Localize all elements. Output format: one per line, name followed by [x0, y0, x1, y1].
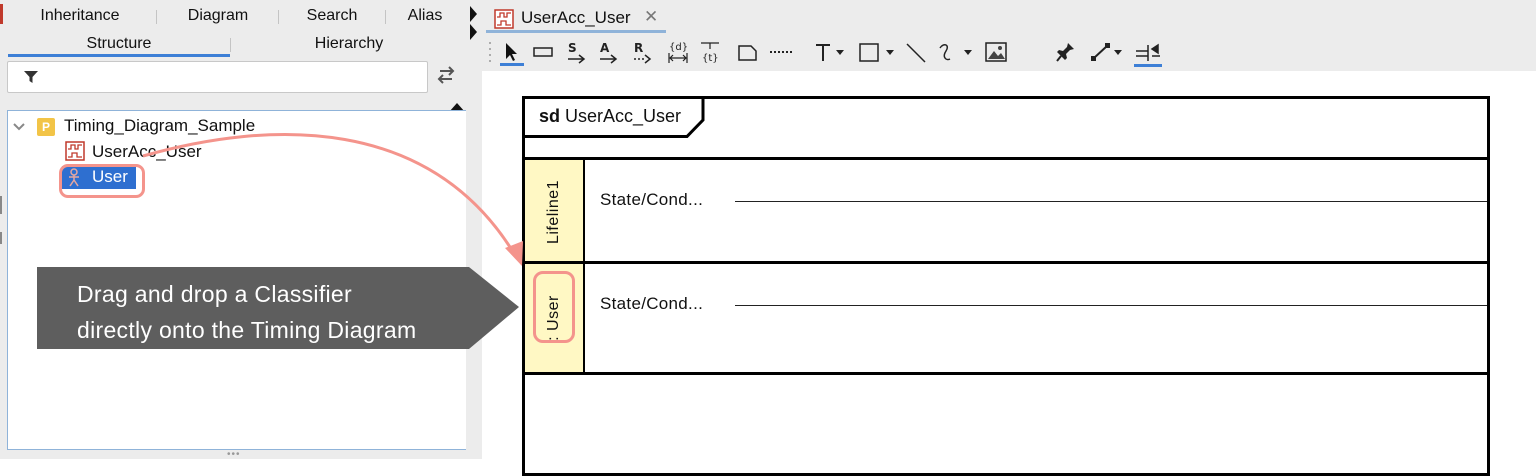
svg-text:R: R — [634, 41, 643, 55]
toolbar-grip — [488, 39, 492, 65]
diagram-canvas[interactable]: sd UserAcc_User Lifeline1 State/Cond... … — [482, 71, 1536, 476]
tab-diagram[interactable]: Diagram — [170, 1, 266, 29]
pin-icon[interactable] — [1054, 39, 1078, 65]
s-message-tool-icon[interactable]: S — [566, 39, 588, 65]
lifeline-header[interactable]: : User — [525, 264, 585, 372]
lifeline-header[interactable]: Lifeline1 — [525, 160, 585, 264]
chevron-down-icon[interactable] — [12, 119, 26, 137]
rectangle-tool-icon[interactable] — [532, 39, 554, 65]
image-tool-icon[interactable] — [984, 39, 1008, 65]
tab-separator — [278, 10, 279, 24]
highlight-ring — [533, 271, 575, 343]
panel-edge — [0, 0, 3, 459]
active-tab-indicator — [8, 54, 230, 57]
diagram-toolbar: S A R {d} {t} — [482, 33, 1536, 71]
editor-tab-bar: UserAcc_User ✕ — [482, 0, 1536, 33]
connector-tool-icon[interactable] — [1088, 39, 1128, 65]
package-icon: P — [37, 118, 55, 136]
svg-text:S: S — [568, 41, 577, 55]
timing-diagram-icon — [65, 141, 85, 166]
close-icon[interactable]: ✕ — [644, 7, 658, 27]
filter-input[interactable] — [7, 61, 428, 93]
lifeline-row[interactable]: : User State/Cond... — [525, 261, 1487, 375]
r-message-tool-icon[interactable]: R — [632, 39, 654, 65]
state-condition-label[interactable]: State/Cond... — [600, 294, 703, 314]
filter-icon[interactable] — [23, 70, 39, 89]
tab-search[interactable]: Search — [292, 1, 372, 29]
frame-name: UserAcc_User — [565, 106, 682, 126]
freehand-tool-icon[interactable] — [936, 39, 976, 65]
lifeline-row[interactable]: Lifeline1 State/Cond... — [525, 157, 1487, 264]
tree-item-diagram[interactable]: UserAcc_User — [92, 141, 202, 163]
panel-divider[interactable] — [466, 0, 482, 459]
time-constraint-tool-icon[interactable]: {t} — [698, 39, 722, 65]
tab-inheritance[interactable]: Inheritance — [18, 1, 142, 29]
tree-item-package[interactable]: Timing_Diagram_Sample — [64, 115, 255, 137]
frame-title[interactable]: sd UserAcc_User — [539, 106, 681, 127]
callout-text: Drag and drop a Classifier directly onto… — [77, 276, 477, 348]
editor-tab-title: UserAcc_User — [521, 8, 631, 27]
resize-grip[interactable]: ••• — [227, 449, 241, 460]
svg-text:A: A — [600, 41, 610, 55]
tab-separator — [385, 10, 386, 24]
selection-highlight-ring — [59, 164, 145, 198]
box-tool-icon[interactable] — [858, 39, 898, 65]
sync-icon[interactable] — [436, 64, 456, 91]
a-message-tool-icon[interactable]: A — [598, 39, 620, 65]
tab-structure[interactable]: Structure — [8, 29, 230, 57]
dashed-line-tool-icon[interactable] — [768, 39, 794, 65]
select-tool-icon[interactable] — [496, 39, 526, 66]
tab-hierarchy[interactable]: Hierarchy — [244, 29, 454, 57]
callout-line-1: Drag and drop a Classifier — [77, 281, 352, 307]
browser-tabs-row2: Structure Hierarchy — [0, 29, 470, 57]
state-timeline[interactable] — [735, 305, 1487, 306]
sequence-diagram-frame[interactable]: sd UserAcc_User Lifeline1 State/Cond... … — [522, 96, 1490, 476]
text-tool-icon[interactable] — [812, 39, 846, 65]
lifeline-name: Lifeline1 — [545, 179, 562, 245]
svg-text:{t}: {t} — [702, 53, 719, 64]
model-browser-panel: Inheritance Diagram Search Alias Structu… — [0, 0, 482, 460]
line-tool-icon[interactable] — [904, 39, 928, 65]
note-tool-icon[interactable] — [736, 39, 760, 65]
state-condition-label[interactable]: State/Cond... — [600, 190, 703, 210]
state-timeline[interactable] — [735, 201, 1487, 202]
callout-line-2: directly onto the Timing Diagram — [77, 317, 417, 343]
tab-separator — [156, 10, 157, 24]
tab-alias[interactable]: Alias — [396, 1, 454, 29]
align-tool-icon[interactable] — [1132, 39, 1164, 67]
tab-separator — [230, 38, 231, 52]
frame-keyword: sd — [539, 106, 561, 126]
browser-tabs-row1: Inheritance Diagram Search Alias — [0, 1, 470, 29]
duration-constraint-tool-icon[interactable]: {d} — [666, 39, 690, 65]
tab-useracc-user[interactable]: UserAcc_User ✕ — [486, 2, 662, 33]
svg-text:{d}: {d} — [669, 42, 688, 53]
